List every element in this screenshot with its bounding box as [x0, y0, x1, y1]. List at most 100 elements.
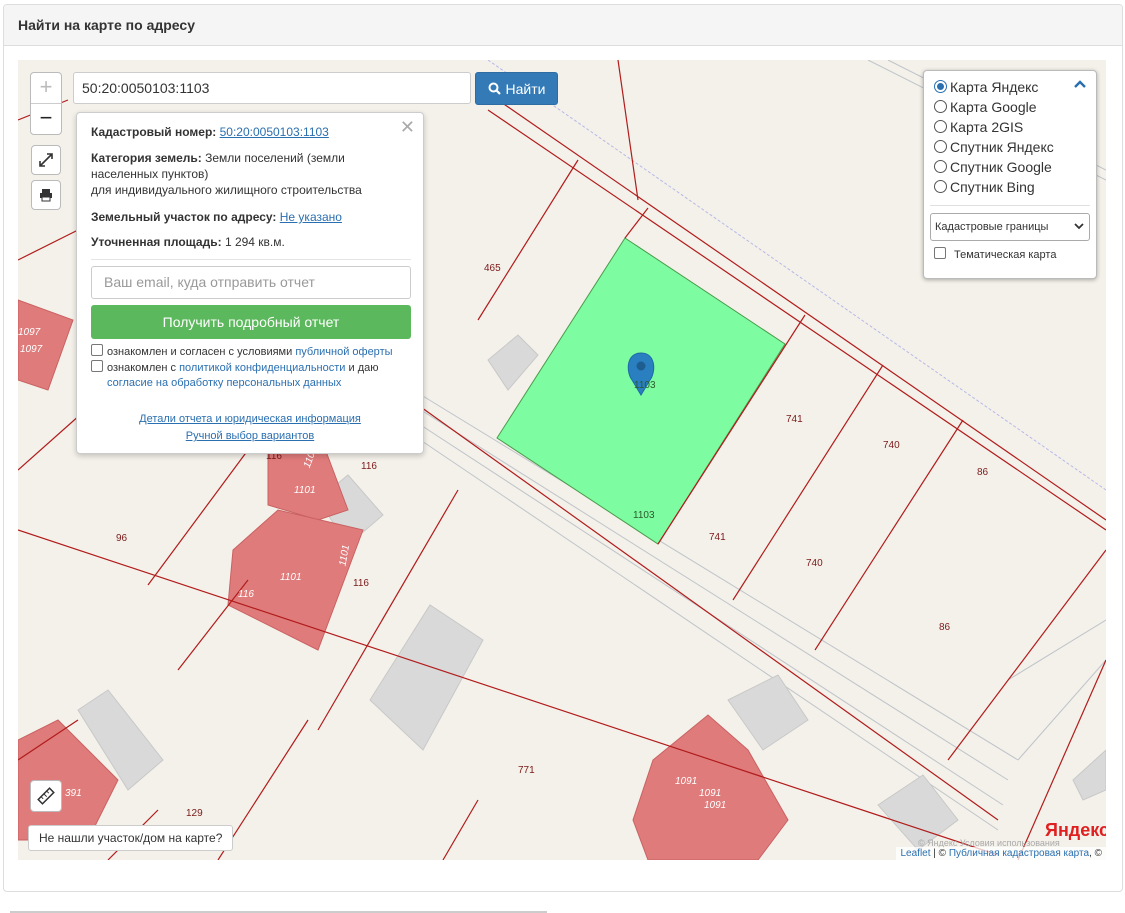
area-label: Уточненная площадь:	[91, 235, 222, 249]
parcel-label: 116	[353, 578, 369, 589]
layer-option-label: Карта 2GIS	[950, 119, 1024, 135]
attribution-copy: , ©	[1089, 848, 1102, 859]
parcel-label: 741	[786, 414, 803, 425]
parcel-label: 1091	[675, 776, 698, 787]
privacy-consent-checkbox[interactable]	[91, 360, 103, 372]
parcel-label: 1101	[294, 485, 316, 496]
cadastral-number-link[interactable]: 50:20:0050103:1103	[220, 125, 329, 139]
area-row: Уточненная площадь: 1 294 кв.м.	[91, 234, 411, 250]
address-link[interactable]: Не указано	[280, 210, 342, 224]
report-details-row: Детали отчета и юридическая информация	[77, 413, 423, 425]
attribution-sep: | ©	[930, 848, 949, 859]
parcel-label: 1097	[18, 327, 41, 338]
printer-icon	[40, 189, 52, 202]
expand-icon	[39, 153, 53, 167]
ruler-icon	[37, 787, 55, 805]
privacy-policy-link[interactable]: политикой конфиденциальности	[179, 362, 345, 374]
parcel-label: 86	[939, 622, 951, 633]
offer-consent-text: ознакомлен и согласен с условиями	[107, 346, 293, 358]
layer-option-bing-satellite[interactable]: Спутник Bing	[934, 177, 1035, 197]
parcel-label: 1103	[633, 510, 655, 521]
parcel-label: 740	[806, 558, 823, 569]
parcel-label: 86	[977, 467, 989, 478]
measure-button[interactable]	[30, 780, 62, 812]
yandex-logo-letter: Я	[1045, 820, 1058, 840]
layer-radio[interactable]	[934, 120, 947, 133]
parcel-label: 391	[65, 788, 82, 799]
layer-option-google-map[interactable]: Карта Google	[934, 97, 1037, 117]
layer-radio[interactable]	[934, 80, 947, 93]
thematic-label: Тематическая карта	[954, 249, 1057, 261]
yandex-logo-rest: ндекс	[1057, 820, 1106, 840]
parcel-info-popup: ✕ Кадастровый номер: 50:20:0050103:1103 …	[76, 112, 424, 454]
fullscreen-button[interactable]	[31, 145, 61, 175]
yandex-logo: Яндекс	[1045, 820, 1106, 841]
privacy-consent-row: ознакомлен с политикой конфиденциальност…	[91, 360, 411, 391]
thematic-checkbox[interactable]	[934, 247, 946, 259]
print-button[interactable]	[31, 180, 61, 210]
overlay-select[interactable]: Кадастровые границы	[930, 213, 1090, 241]
parcel-label: 1091	[699, 788, 722, 799]
privacy-consent-mid: и даю	[348, 362, 379, 374]
parcel-label: 1097	[20, 344, 43, 355]
parcel-label: 741	[709, 532, 726, 543]
divider	[91, 259, 411, 260]
report-details-link[interactable]: Детали отчета и юридическая информация	[139, 413, 361, 425]
email-field[interactable]: Ваш email, куда отправить отчет	[91, 266, 411, 299]
address-row: Земельный участок по адресу: Не указано	[91, 209, 411, 225]
public-offer-link[interactable]: публичной оферты	[295, 346, 392, 358]
parcel-label: 1101	[280, 572, 302, 583]
offer-consent-checkbox[interactable]	[91, 344, 103, 356]
layer-option-yandex-satellite[interactable]: Спутник Яндекс	[934, 137, 1054, 157]
chevron-down-icon	[1074, 223, 1084, 230]
find-button-label: Найти	[505, 80, 546, 97]
layer-option-2gis-map[interactable]: Карта 2GIS	[934, 117, 1023, 137]
layer-option-google-satellite[interactable]: Спутник Google	[934, 157, 1052, 177]
zoom-in-button[interactable]: +	[31, 73, 61, 104]
parcel-label: 116	[361, 461, 377, 472]
manual-select-row: Ручной выбор вариантов	[77, 430, 423, 442]
privacy-consent-text: ознакомлен с	[107, 362, 177, 374]
get-report-button[interactable]: Получить подробный отчет	[91, 305, 411, 339]
pkk-link[interactable]: Публичная кадастровая карта	[949, 848, 1089, 859]
layer-radio[interactable]	[934, 100, 947, 113]
land-category-label: Категория земель:	[91, 151, 202, 165]
offer-consent-row: ознакомлен и согласен с условиями публич…	[91, 344, 411, 360]
leaflet-link[interactable]: Leaflet	[900, 848, 930, 859]
layer-option-label: Спутник Google	[950, 159, 1052, 175]
parcel-label: 740	[883, 440, 900, 451]
map-attribution: Leaflet | © Публичная кадастровая карта,…	[896, 847, 1106, 860]
find-button[interactable]: Найти	[475, 72, 558, 105]
parcel-label: 116	[238, 589, 254, 600]
cadastral-number-label: Кадастровый номер:	[91, 125, 217, 139]
land-use-value: для индивидуального жилищного строительс…	[91, 183, 362, 197]
parcel-label: 1103	[634, 380, 656, 391]
parcel-label: 465	[484, 263, 501, 274]
thematic-map-toggle[interactable]: Тематическая карта	[934, 247, 1056, 261]
address-label: Земельный участок по адресу:	[91, 210, 277, 224]
parcel-label: 1091	[704, 800, 727, 811]
chevron-up-icon[interactable]	[1074, 80, 1086, 88]
manual-select-link[interactable]: Ручной выбор вариантов	[186, 430, 314, 442]
parcel-label: 771	[518, 765, 535, 776]
layer-radio[interactable]	[934, 140, 947, 153]
cadastral-search-input[interactable]: 50:20:0050103:1103	[73, 72, 471, 104]
panel-title: Найти на карте по адресу	[18, 17, 195, 33]
overlay-select-value: Кадастровые границы	[935, 221, 1049, 233]
search-icon	[488, 82, 501, 95]
layer-option-yandex-map[interactable]: Карта Яндекс	[934, 77, 1038, 97]
not-found-button[interactable]: Не нашли участок/дом на карте?	[28, 825, 234, 851]
layer-radio[interactable]	[934, 160, 947, 173]
area-value: 1 294 кв.м.	[224, 235, 285, 249]
cadastral-number-row: Кадастровый номер: 50:20:0050103:1103	[91, 124, 411, 140]
zoom-control: + −	[30, 72, 62, 135]
layer-option-label: Карта Google	[950, 99, 1037, 115]
zoom-out-button[interactable]: −	[31, 104, 61, 134]
map-view[interactable]: 465 1103 1103 741 741 740 740 86 86 96 1…	[18, 60, 1106, 860]
layer-radio[interactable]	[934, 180, 947, 193]
data-processing-link[interactable]: согласие на обработку персональных данны…	[107, 377, 341, 389]
layer-option-label: Карта Яндекс	[950, 79, 1039, 95]
panel-header: Найти на карте по адресу	[4, 5, 1122, 46]
parcel-label: 129	[186, 808, 203, 819]
divider	[930, 205, 1090, 206]
